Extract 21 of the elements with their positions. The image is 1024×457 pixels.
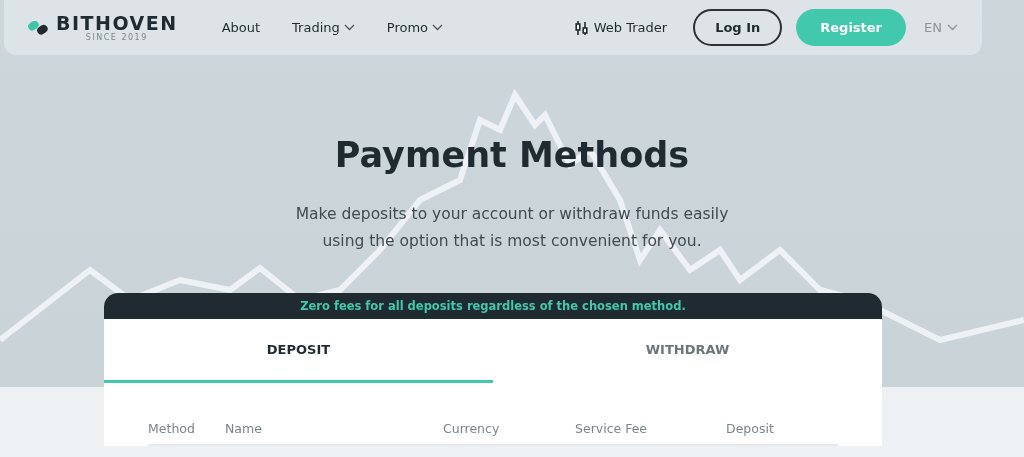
nav-link[interactable]: About — [221, 20, 261, 35]
brand-name: BITHOVEN — [56, 13, 178, 33]
logo-icon — [28, 20, 50, 35]
web-trader-link[interactable]: Web Trader — [574, 19, 668, 36]
nav-link[interactable]: Trading — [292, 20, 355, 35]
page-subtitle: using the option that is most convenient for you. — [322, 231, 702, 252]
page-title: Payment Methods — [333, 134, 691, 177]
chevron-down-icon — [432, 24, 444, 31]
column-header: Method — [148, 421, 196, 436]
notice-text: Zero fees for all deposits regardless of the chosen method. — [300, 299, 686, 313]
column-header: Currency — [443, 421, 501, 436]
column-header: Deposit — [726, 421, 774, 436]
column-header: Name — [225, 421, 263, 436]
column-header: Service Fee — [575, 421, 649, 436]
nav-link[interactable]: Promo — [386, 20, 444, 35]
chevron-down-icon — [343, 24, 355, 31]
login-button[interactable]: Log In — [693, 9, 783, 46]
chevron-down-icon — [947, 24, 958, 31]
brand-tagline: SINCE 2019 — [85, 33, 148, 42]
candlestick-icon — [574, 19, 588, 36]
page-subtitle: Make deposits to your account or withdraw funds easily — [295, 204, 729, 225]
